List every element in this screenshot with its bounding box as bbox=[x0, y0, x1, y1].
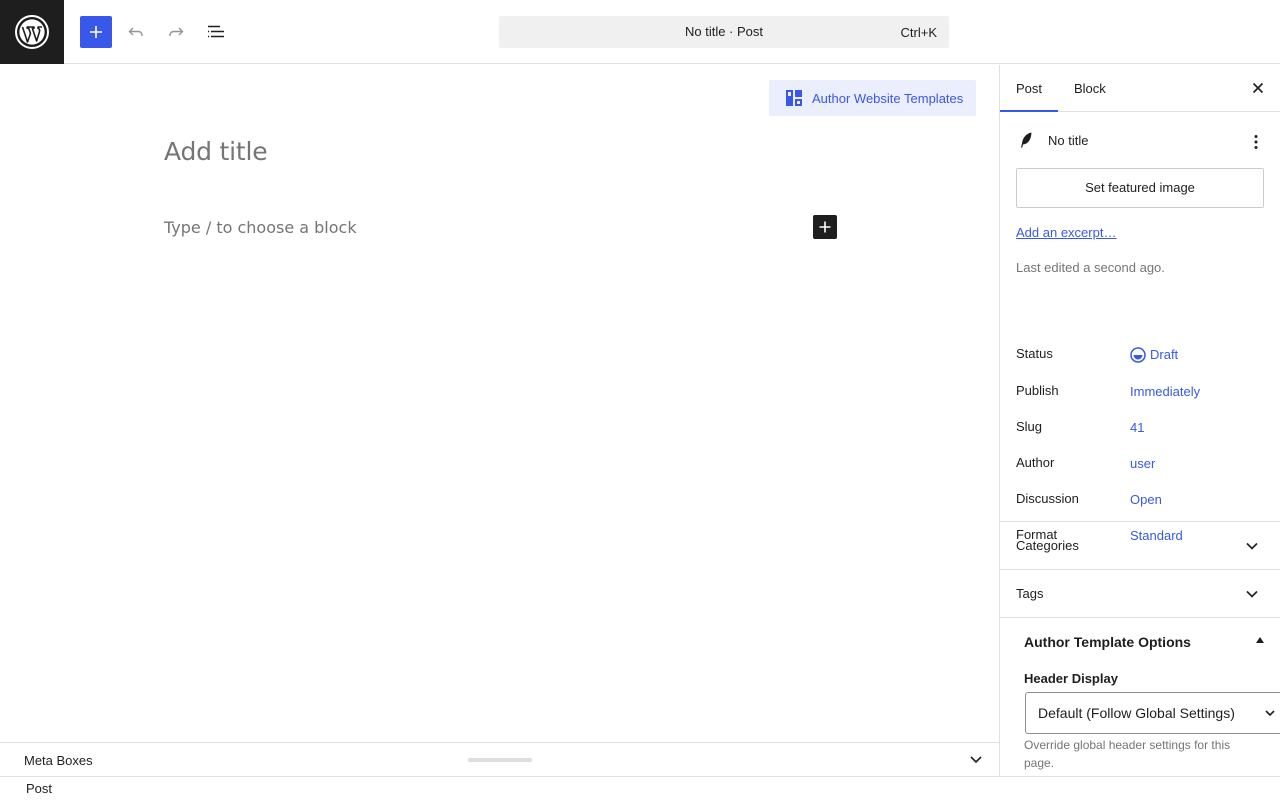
draft-icon bbox=[1130, 347, 1146, 363]
status-label: Status bbox=[1016, 346, 1053, 361]
discussion-row: Discussion Open bbox=[1016, 491, 1266, 511]
feather-icon bbox=[1021, 132, 1032, 148]
plus-icon bbox=[90, 26, 102, 38]
close-icon bbox=[1252, 82, 1264, 94]
breadcrumb-post[interactable]: Post bbox=[26, 781, 52, 796]
editor-canvas: Author Website Templates Add title Type … bbox=[0, 65, 999, 743]
command-palette-bar[interactable]: No title · Post Ctrl+K bbox=[499, 16, 949, 48]
block-breadcrumb-bar: Post bbox=[0, 776, 1280, 800]
header-display-select[interactable]: Default (Follow Global Settings) bbox=[1025, 692, 1280, 734]
meta-boxes-label: Meta Boxes bbox=[24, 753, 93, 768]
categories-panel-title: Categories bbox=[1016, 538, 1079, 553]
wordpress-logo-icon[interactable] bbox=[0, 0, 64, 64]
slug-row: Slug 41 bbox=[1016, 419, 1266, 439]
plus-icon bbox=[819, 221, 831, 233]
templates-button-label: Author Website Templates bbox=[812, 90, 964, 106]
add-block-button[interactable] bbox=[813, 215, 837, 239]
chevron-down-icon bbox=[1246, 590, 1258, 598]
resize-handle[interactable] bbox=[468, 758, 532, 762]
chevron-down-icon bbox=[1265, 710, 1275, 717]
slug-label: Slug bbox=[1016, 419, 1043, 434]
tags-panel-title: Tags bbox=[1016, 586, 1044, 601]
undo-button[interactable] bbox=[120, 16, 152, 48]
author-template-options-title[interactable]: Author Template Options bbox=[1024, 634, 1191, 650]
author-row: Author user bbox=[1016, 455, 1266, 475]
author-template-options-panel: Author Template Options Header Display D… bbox=[1000, 618, 1280, 776]
set-featured-image-button[interactable]: Set featured image bbox=[1016, 168, 1264, 208]
sidebar-tabs: Post Block bbox=[1000, 65, 1280, 112]
discussion-value[interactable]: Open bbox=[1130, 492, 1162, 507]
post-card-title: No title bbox=[1048, 133, 1089, 148]
default-block-appender[interactable]: Type / to choose a block bbox=[164, 218, 357, 237]
tab-block[interactable]: Block bbox=[1058, 65, 1122, 112]
last-edited-text: Last edited a second ago. bbox=[1016, 260, 1165, 275]
document-overview-button[interactable] bbox=[200, 16, 232, 48]
publish-row: Publish Immediately bbox=[1016, 383, 1266, 403]
post-card: No title bbox=[1016, 130, 1266, 154]
redo-icon bbox=[169, 27, 184, 36]
header-display-value: Default (Follow Global Settings) bbox=[1038, 705, 1235, 721]
post-summary-panel: No title Set featured image Add an excer… bbox=[1000, 112, 1280, 543]
chevron-down-icon bbox=[1246, 542, 1258, 550]
list-view-icon bbox=[208, 25, 224, 38]
post-title-field[interactable]: Add title bbox=[164, 137, 268, 166]
more-vertical-icon[interactable] bbox=[1246, 132, 1266, 152]
author-website-templates-button[interactable]: Author Website Templates bbox=[769, 80, 976, 116]
document-title: No title · Post bbox=[684, 24, 764, 39]
header-display-label: Header Display bbox=[1024, 671, 1118, 686]
undo-icon bbox=[128, 27, 143, 36]
tab-post[interactable]: Post bbox=[1000, 65, 1058, 112]
block-inserter-button[interactable] bbox=[80, 16, 112, 48]
publish-label: Publish bbox=[1016, 383, 1059, 398]
layout-grid-icon bbox=[786, 90, 802, 106]
discussion-label: Discussion bbox=[1016, 491, 1079, 506]
status-value[interactable]: Draft bbox=[1150, 347, 1178, 362]
collapse-arrow-icon[interactable] bbox=[1256, 637, 1264, 643]
chevron-down-icon[interactable] bbox=[966, 752, 986, 768]
editor-header: No title · Post Ctrl+K bbox=[0, 0, 1280, 64]
publish-value[interactable]: Immediately bbox=[1130, 384, 1200, 399]
redo-button[interactable] bbox=[160, 16, 192, 48]
status-row: Status Draft bbox=[1016, 346, 1266, 366]
author-label: Author bbox=[1016, 455, 1055, 470]
categories-panel[interactable]: Categories bbox=[1000, 522, 1280, 570]
settings-sidebar: Post Block No title Set featured image A… bbox=[999, 65, 1280, 776]
slug-value[interactable]: 41 bbox=[1130, 420, 1144, 435]
close-settings-button[interactable] bbox=[1248, 78, 1268, 98]
author-value[interactable]: user bbox=[1130, 456, 1155, 471]
add-excerpt-link[interactable]: Add an excerpt… bbox=[1016, 225, 1116, 240]
meta-boxes-panel: Meta Boxes bbox=[0, 742, 999, 776]
header-display-help: Override global header settings for this… bbox=[1024, 738, 1231, 770]
shortcut-hint: Ctrl+K bbox=[900, 25, 937, 40]
tags-panel[interactable]: Tags bbox=[1000, 570, 1280, 618]
